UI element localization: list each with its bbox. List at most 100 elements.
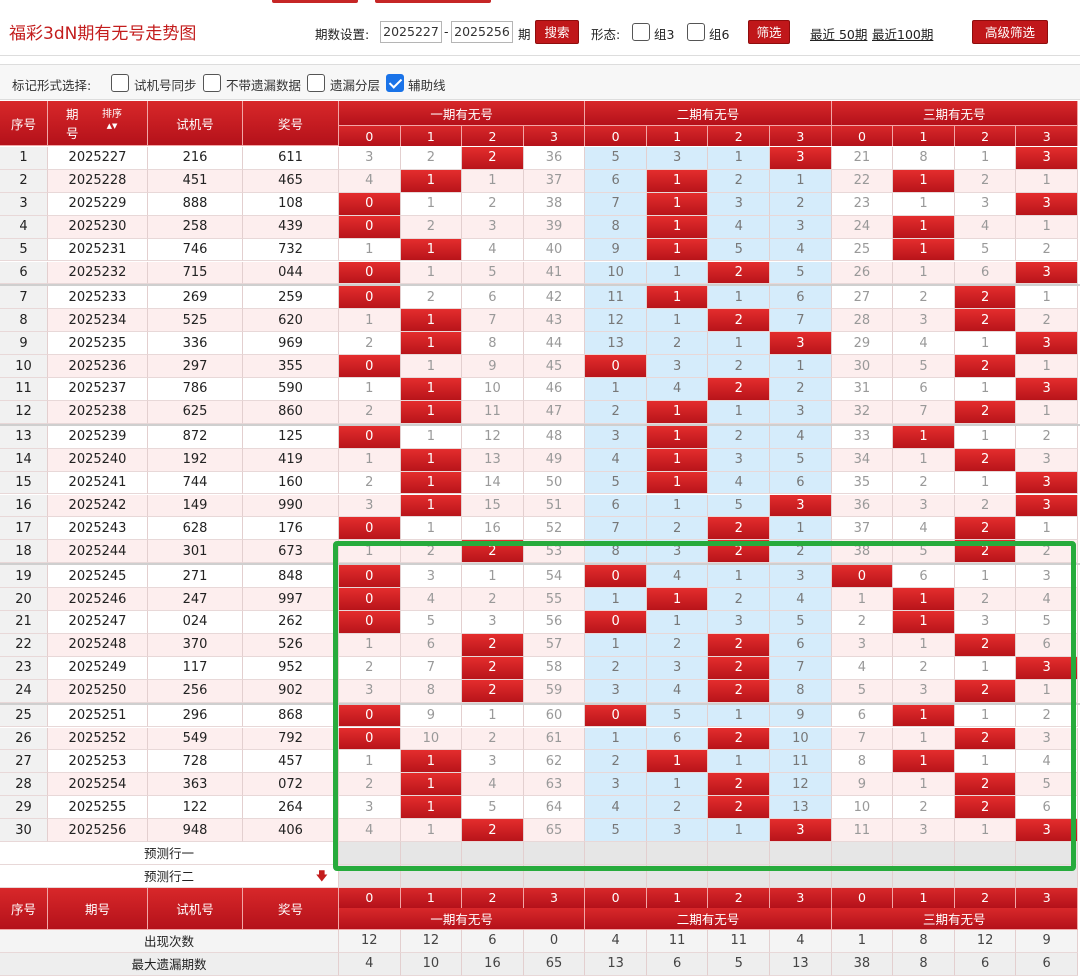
predict-row-2-input-cell[interactable] [770,864,832,888]
hit-cell: 1 [646,750,709,774]
row-trial: 525 [148,309,243,333]
row-trial: 888 [148,192,243,216]
footer-header-issue: 期号 [48,887,148,930]
predict-row-2-input-cell[interactable] [708,864,771,888]
miss-cell: 5 [893,540,955,564]
miss-cell: 5 [831,679,894,703]
miss-cell: 3 [893,494,955,518]
row-prize: 860 [243,400,339,424]
predict-row-1-input-cell[interactable] [462,842,524,865]
miss-cell: 59 [523,679,586,703]
predict-row-1-input-cell[interactable] [339,842,401,865]
miss-cell: 4 [1016,750,1078,774]
digit-header-g3-3: 3 [1016,126,1078,146]
miss-cell: 60 [523,704,586,728]
miss-cell: 1 [708,704,771,728]
predict-row-1-input-cell[interactable] [831,842,894,865]
hit-cell: 2 [708,679,771,703]
hit-cell: 1 [646,169,709,193]
miss-cell: 10 [770,727,832,751]
miss-cell: 1 [770,355,832,378]
miss-cell: 5 [462,261,524,285]
digit-header-g2-3: 3 [770,126,832,146]
predict-row-1-input-cell[interactable] [770,842,832,865]
stats-value: 65 [523,952,586,976]
row-seq: 27 [0,750,48,774]
predict-row-1-input-cell[interactable] [954,842,1017,865]
miss-cell: 1 [462,169,524,193]
predict-row-1-input-cell[interactable] [708,842,771,865]
miss-cell: 1 [646,611,709,634]
predict-row-2-input-cell[interactable] [1016,864,1078,888]
miss-cell: 4 [462,773,524,797]
predict-row-2-input-cell[interactable] [400,864,463,888]
hit-cell: 3 [1016,656,1078,680]
miss-cell: 1 [339,540,401,564]
footer-digit-header-g2-0: 0 [585,887,647,908]
row-prize: 262 [243,611,339,634]
miss-cell: 8 [893,147,955,170]
predict-row-2-input-cell[interactable] [462,864,524,888]
miss-cell: 2 [400,147,463,170]
miss-cell: 2 [893,796,955,820]
miss-cell: 2 [339,471,401,495]
predict-row-1-input-cell[interactable] [400,842,463,865]
miss-cell: 2 [462,588,524,611]
miss-cell: 37 [831,517,894,541]
predict-row-1-input-cell[interactable] [646,842,709,865]
down-arrow-icon[interactable]: 🡇 [316,867,328,887]
stats-value: 13 [770,952,832,976]
row-issue: 2025236 [48,355,148,378]
hit-cell: 1 [646,286,709,310]
hit-cell: 2 [954,540,1017,564]
miss-cell: 1 [954,332,1017,356]
row-trial: 301 [148,540,243,564]
miss-cell: 1 [400,261,463,285]
miss-cell: 10 [400,727,463,751]
miss-cell: 5 [954,238,1017,262]
miss-cell: 6 [893,378,955,401]
miss-cell: 54 [523,565,586,589]
predict-row-2-input-cell[interactable] [585,864,647,888]
miss-cell: 3 [954,192,1017,216]
predict-row-1-input-cell[interactable] [585,842,647,865]
footer-header-trial: 试机号 [148,887,243,930]
stats-value: 4 [585,929,647,953]
predict-row-2-input-cell[interactable] [831,864,894,888]
predict-row-2-input-cell[interactable] [893,864,955,888]
row-issue: 2025245 [48,565,148,589]
miss-cell: 3 [770,400,832,424]
miss-cell: 2 [339,773,401,797]
hit-cell: 1 [646,588,709,611]
hit-cell: 2 [954,679,1017,703]
sort-arrows-icon[interactable]: 排序 ▲▼ [102,109,122,132]
group-header-2: 二期有无号 [585,101,832,126]
hit-cell: 2 [708,796,771,820]
digit-header-g2-2: 2 [708,126,771,146]
predict-row-2-input-cell[interactable] [954,864,1017,888]
miss-cell: 1 [954,750,1017,774]
stats-value: 12 [400,929,463,953]
miss-cell: 1 [708,819,771,842]
hit-cell: 1 [400,750,463,774]
digit-header-g1-1: 1 [400,126,463,146]
miss-cell: 43 [523,309,586,333]
predict-row-1-input-cell[interactable] [1016,842,1078,865]
row-issue: 2025234 [48,309,148,333]
predict-row-1-input-cell[interactable] [523,842,586,865]
predict-row-2-input-cell[interactable] [523,864,586,888]
miss-cell: 7 [831,727,894,751]
miss-cell: 6 [585,169,647,193]
predict-row-2-input-cell[interactable] [339,864,401,888]
miss-cell: 13 [462,448,524,472]
predict-row-1-input-cell[interactable] [893,842,955,865]
row-seq: 20 [0,588,48,611]
footer-group-header-3: 三期有无号 [831,907,1078,930]
miss-cell: 1 [770,517,832,541]
miss-cell: 2 [339,656,401,680]
predict-row-2-input-cell[interactable] [646,864,709,888]
miss-cell: 1 [1016,355,1078,378]
hit-cell: 0 [585,611,647,634]
stats-value: 6 [462,929,524,953]
row-trial: 271 [148,565,243,589]
